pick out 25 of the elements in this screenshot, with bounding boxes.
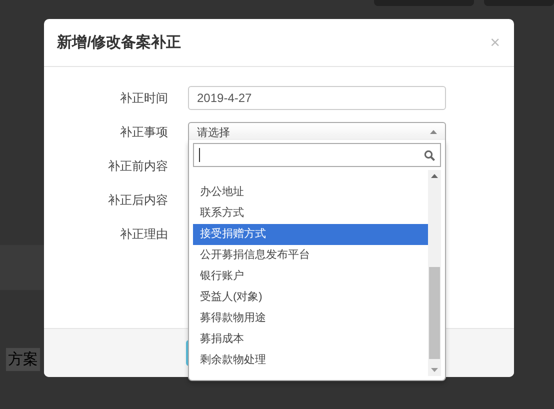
caret-up-icon — [430, 130, 437, 134]
search-field[interactable] — [193, 143, 441, 167]
scrollbar-track[interactable] — [428, 170, 441, 376]
dropdown-option[interactable]: 公开募捐信息发布平台 — [193, 245, 428, 266]
dialog-title: 新增/修改备案补正 — [57, 33, 182, 52]
field-label: 补正事项 — [119, 124, 168, 140]
dropdown-option[interactable]: 联系方式 — [193, 203, 428, 224]
dropdown-option[interactable]: 接受捐赠方式 — [193, 224, 428, 245]
select-field[interactable]: 请选择 — [188, 122, 446, 142]
field-label: 补正理由 — [119, 226, 168, 242]
dropdown-option[interactable]: 办公地址 — [193, 182, 428, 203]
scroll-up-icon[interactable] — [431, 174, 438, 178]
field-label: 补正时间 — [119, 90, 168, 106]
date-field[interactable]: 2019-4-27 — [188, 86, 446, 110]
search-icon — [424, 150, 435, 160]
dropdown-option[interactable]: 受益人(对象) — [193, 287, 428, 308]
dropdown-option[interactable]: 银行账户 — [193, 266, 428, 287]
page-text: 方案 — [6, 348, 40, 371]
field-label: 补正前内容 — [107, 158, 168, 174]
field-label: 补正后内容 — [107, 192, 168, 208]
dropdown-option[interactable]: 募捐成本 — [193, 329, 428, 350]
scrollbar-thumb[interactable] — [429, 267, 440, 359]
dropdown-option[interactable]: 募得款物用途 — [193, 308, 428, 329]
dropdown-option[interactable]: 剩余款物处理 — [193, 350, 428, 371]
scroll-down-icon[interactable] — [431, 368, 438, 372]
